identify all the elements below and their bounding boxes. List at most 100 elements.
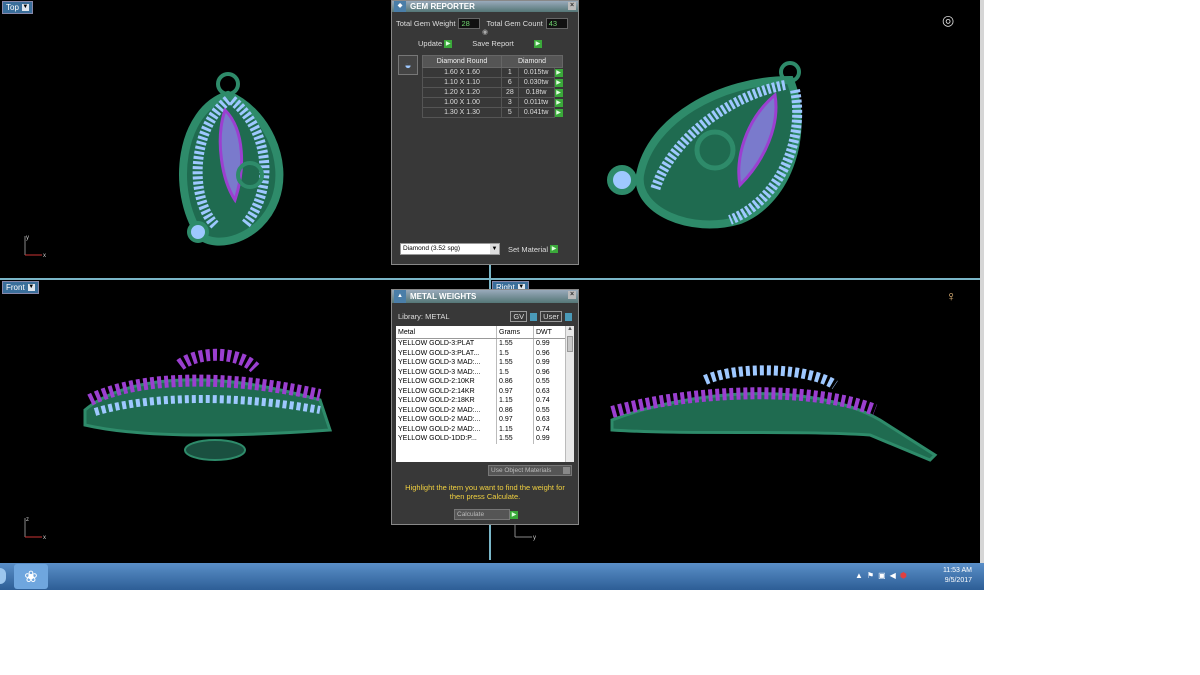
windows-taskbar: ❀ ▲ ⚑ ▣ ◀ ⬢ 11:53 AM 9/5/2017 bbox=[0, 563, 984, 590]
gem-row[interactable]: 1.10 X 1.10 6 0.030tw ▶ bbox=[422, 77, 563, 88]
metal-grams: 0.97 bbox=[496, 386, 534, 396]
metal-row[interactable]: YELLOW GOLD-3 MAD:... 1.5 0.96 bbox=[396, 367, 566, 377]
checkbox-icon[interactable] bbox=[563, 467, 570, 474]
play-icon: ▶ bbox=[444, 39, 453, 48]
metal-row[interactable]: YELLOW GOLD-2 MAD:... 0.86 0.55 bbox=[396, 405, 566, 415]
metal-dwt: 0.55 bbox=[533, 377, 566, 387]
start-orb-icon[interactable] bbox=[0, 568, 6, 584]
network-icon[interactable]: ▣ bbox=[878, 571, 886, 580]
application-window: Top ▼ y x ◎ Front ▼ z x Right ▼ y ♀ ◆ GE… bbox=[0, 0, 984, 590]
axis-x-label: x bbox=[43, 253, 46, 259]
play-icon[interactable]: ▶ bbox=[554, 68, 563, 77]
gem-row[interactable]: 1.30 X 1.30 5 0.041tw ▶ bbox=[422, 107, 563, 118]
metal-name: YELLOW GOLD-3:PLAT... bbox=[396, 348, 497, 358]
gem-size: 1.30 X 1.30 bbox=[422, 107, 502, 118]
taskbar-clock[interactable]: 11:53 AM 9/5/2017 bbox=[943, 566, 972, 586]
gem-row[interactable]: 1.20 X 1.20 28 0.18tw ▶ bbox=[422, 87, 563, 98]
metal-row[interactable]: YELLOW GOLD-1DD:P... 1.55 0.99 bbox=[396, 434, 566, 444]
metal-row[interactable]: YELLOW GOLD-2:18KR 1.15 0.74 bbox=[396, 396, 566, 406]
play-icon[interactable]: ▶ bbox=[554, 78, 563, 87]
update-label: Update bbox=[418, 39, 443, 48]
metal-row[interactable]: YELLOW GOLD-2:14KR 0.97 0.63 bbox=[396, 386, 566, 396]
metal-grams: 1.5 bbox=[496, 367, 534, 377]
user-button[interactable]: User bbox=[540, 311, 562, 322]
metal-row[interactable]: YELLOW GOLD-3:PLAT... 1.5 0.96 bbox=[396, 348, 566, 358]
metal-row[interactable]: YELLOW GOLD-3:PLAT 1.55 0.99 bbox=[396, 338, 566, 349]
gem-weight: 0.18tw bbox=[517, 87, 555, 98]
pendant-gizmo-icon[interactable]: ♀ bbox=[946, 288, 957, 304]
volume-icon[interactable]: ◀ bbox=[890, 571, 896, 580]
metal-name: YELLOW GOLD-2 MAD:... bbox=[396, 415, 497, 425]
gem-count: 5 bbox=[501, 107, 519, 118]
metal-weights-titlebar[interactable]: ▲ METAL WEIGHTS × bbox=[392, 290, 578, 303]
scroll-thumb[interactable] bbox=[567, 336, 573, 352]
metal-weights-panel: ▲ METAL WEIGHTS × Library: METAL GV User… bbox=[391, 289, 579, 525]
gem-col-material: Diamond bbox=[501, 55, 563, 68]
metal-list-scrollbar[interactable]: ▲ bbox=[565, 326, 574, 462]
total-gem-weight-label: Total Gem Weight bbox=[396, 19, 456, 28]
metal-name: YELLOW GOLD-3 MAD:... bbox=[396, 367, 497, 377]
axis-indicator: y x bbox=[24, 235, 46, 259]
axis-y-label: y bbox=[533, 535, 536, 541]
material-select[interactable]: Diamond (3.52 spg) ▼ bbox=[400, 243, 500, 255]
gem-size: 1.20 X 1.20 bbox=[422, 87, 502, 98]
calculate-button[interactable]: Calculate ▶ bbox=[454, 509, 518, 520]
gem-reporter-logo-icon: ◆ bbox=[394, 1, 406, 12]
metal-col-grams[interactable]: Grams bbox=[496, 326, 534, 339]
save-report-button[interactable]: Save Report ▶ bbox=[472, 39, 542, 48]
diamond-shape-icon[interactable]: ◒ bbox=[398, 55, 418, 75]
gem-row[interactable]: 1.60 X 1.60 1 0.015tw ▶ bbox=[422, 67, 563, 78]
play-icon[interactable]: ▶ bbox=[554, 88, 563, 97]
metal-grams: 1.55 bbox=[496, 338, 534, 349]
metal-row[interactable]: YELLOW GOLD-2:10KR 0.86 0.55 bbox=[396, 377, 566, 387]
metal-row[interactable]: YELLOW GOLD-2 MAD:... 0.97 0.63 bbox=[396, 415, 566, 425]
axis-x-label: x bbox=[43, 535, 46, 541]
metal-dwt: 0.55 bbox=[533, 405, 566, 415]
security-shield-icon[interactable]: ⬢ bbox=[900, 571, 907, 580]
close-icon[interactable]: × bbox=[568, 291, 576, 299]
gem-row[interactable]: 1.00 X 1.00 3 0.011tw ▶ bbox=[422, 97, 563, 108]
axis-indicator: z x bbox=[24, 517, 46, 541]
gem-size: 1.10 X 1.10 bbox=[422, 77, 502, 88]
metal-row[interactable]: YELLOW GOLD-2 MAD:... 1.15 0.74 bbox=[396, 424, 566, 434]
gem-size: 1.00 X 1.00 bbox=[422, 97, 502, 108]
metal-name: YELLOW GOLD-2 MAD:... bbox=[396, 405, 497, 415]
metal-name: YELLOW GOLD-3:PLAT bbox=[396, 338, 497, 349]
gem-reporter-titlebar[interactable]: ◆ GEM REPORTER × bbox=[392, 1, 578, 12]
total-gem-count-value: 43 bbox=[545, 18, 568, 29]
show-hidden-icons-icon[interactable]: ▲ bbox=[855, 571, 863, 580]
metal-dwt: 0.99 bbox=[533, 338, 566, 349]
play-icon[interactable]: ▶ bbox=[554, 108, 563, 117]
metal-col-dwt[interactable]: DWT bbox=[533, 326, 566, 339]
total-gem-count-label: Total Gem Count bbox=[486, 19, 543, 28]
gem-table: Diamond Round Diamond 1.60 X 1.60 1 0.015t… bbox=[422, 55, 563, 118]
metal-col-name[interactable]: Metal bbox=[396, 326, 497, 339]
gem-reporter-panel: ◆ GEM REPORTER × Total Gem Weight 28 Tot… bbox=[391, 0, 579, 265]
calculate-label: Calculate bbox=[454, 509, 510, 520]
chevron-down-icon[interactable]: ▼ bbox=[490, 244, 499, 254]
use-object-materials-checkbox[interactable]: Use Object Materials bbox=[488, 465, 572, 476]
gem-reporter-title: GEM REPORTER bbox=[410, 2, 475, 11]
metal-grams: 1.15 bbox=[496, 424, 534, 434]
splitter-handle-icon[interactable]: ◉ bbox=[392, 29, 578, 37]
gem-count: 28 bbox=[501, 87, 519, 98]
gem-weight: 0.015tw bbox=[517, 67, 555, 78]
ring-gizmo-icon[interactable]: ◎ bbox=[942, 12, 954, 29]
action-center-flag-icon[interactable]: ⚑ bbox=[867, 571, 874, 580]
user-toggle-icon[interactable] bbox=[565, 312, 572, 321]
gv-button[interactable]: GV bbox=[510, 311, 528, 322]
gem-count: 3 bbox=[501, 97, 519, 108]
scroll-up-icon[interactable]: ▲ bbox=[566, 326, 574, 334]
taskbar-app-button[interactable]: ❀ bbox=[14, 564, 48, 589]
metal-weights-title: METAL WEIGHTS bbox=[410, 292, 477, 301]
play-icon[interactable]: ▶ bbox=[554, 98, 563, 107]
gv-toggle-icon[interactable] bbox=[530, 312, 538, 321]
metal-row[interactable]: YELLOW GOLD-3 MAD:... 1.55 0.99 bbox=[396, 358, 566, 368]
clock-time: 11:53 AM bbox=[942, 567, 972, 574]
metal-list[interactable]: Metal Grams DWT YELLOW GOLD-3:PLAT 1.55 0.… bbox=[396, 326, 574, 462]
metal-name: YELLOW GOLD-2:18KR bbox=[396, 396, 497, 406]
update-button[interactable]: Update ▶ bbox=[418, 39, 453, 48]
set-material-button[interactable]: Set Material ▶ bbox=[508, 245, 559, 254]
close-icon[interactable]: × bbox=[568, 2, 576, 10]
metal-grams: 1.55 bbox=[496, 434, 534, 444]
